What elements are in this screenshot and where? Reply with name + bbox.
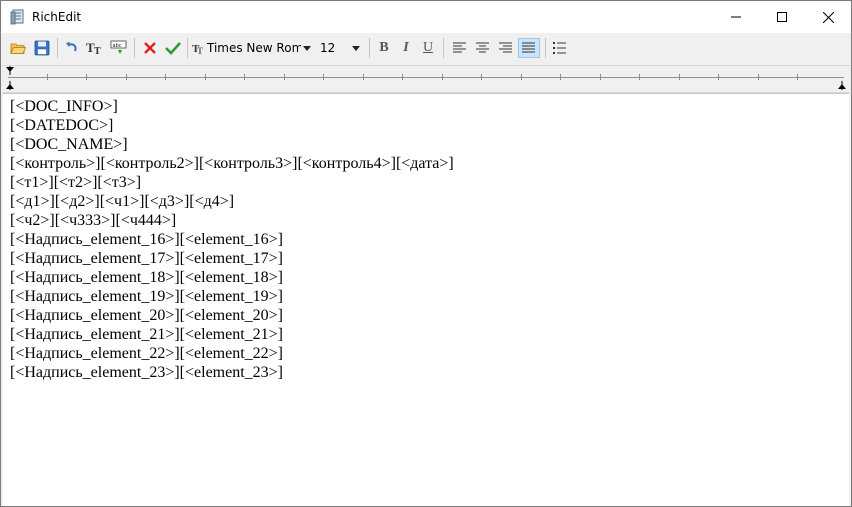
document-editor[interactable]: [<DOC_INFO>] [<DATEDOC>] [<DOC_NAME>] [<кон… — [3, 93, 849, 506]
save-button[interactable] — [32, 38, 52, 58]
close-icon — [822, 11, 834, 23]
open-button[interactable] — [8, 38, 28, 58]
document-line[interactable]: [<д1>][<д2>][<ч1>][<д3>][<д4>] — [10, 192, 454, 211]
document-text[interactable]: [<DOC_INFO>] [<DATEDOC>] [<DOC_NAME>] [<кон… — [10, 97, 454, 382]
chevron-down-icon — [352, 45, 360, 51]
apply-button[interactable] — [163, 38, 183, 58]
align-center-button[interactable] — [473, 38, 493, 58]
svg-text:T: T — [94, 46, 101, 56]
document-line[interactable]: [<DOC_NAME>] — [10, 135, 454, 154]
insert-field-button[interactable]: abc — [109, 38, 129, 58]
document-line[interactable]: [<Надпись_element_19>][<element_19>] — [10, 287, 454, 306]
align-left-button[interactable] — [450, 38, 470, 58]
richedit-window: RichEdit T T abc T T Times New Rom 12 B … — [0, 0, 852, 507]
truetype-font-icon: T T — [192, 43, 203, 55]
ruler[interactable] — [2, 65, 850, 93]
right-indent-marker-icon[interactable] — [837, 80, 847, 90]
minimize-icon — [731, 16, 741, 18]
document-line[interactable]: [<Надпись_element_23>][<element_23>] — [10, 363, 454, 382]
font-size-select[interactable]: 12 — [320, 38, 364, 58]
underline-button[interactable]: U — [418, 38, 438, 58]
document-line[interactable]: [<Надпись_element_16>][<element_16>] — [10, 230, 454, 249]
chevron-down-icon — [303, 45, 311, 51]
document-line[interactable]: [<Надпись_element_21>][<element_21>] — [10, 325, 454, 344]
cancel-icon — [144, 42, 156, 54]
font-name-select[interactable]: T T Times New Roman — [192, 38, 314, 58]
toolbar: T T abc T T Times New Rom 12 B I U — [1, 33, 851, 63]
app-icon — [10, 9, 24, 25]
open-folder-icon — [10, 43, 26, 54]
document-line[interactable]: [<т1>][<т2>][<т3>] — [10, 173, 454, 192]
bold-button[interactable]: B — [374, 38, 394, 58]
insert-field-icon: abc — [110, 40, 127, 54]
close-button[interactable] — [805, 1, 851, 33]
cancel-button[interactable] — [140, 38, 160, 58]
maximize-button[interactable] — [759, 1, 805, 33]
bullet-list-icon — [553, 42, 566, 54]
apply-icon — [165, 42, 181, 55]
bullets-button[interactable] — [550, 38, 570, 58]
document-line[interactable]: [<Надпись_element_20>][<element_20>] — [10, 306, 454, 325]
document-line[interactable]: [<DOC_INFO>] — [10, 97, 454, 116]
window-title: RichEdit — [32, 10, 82, 24]
font-size-value: 12 — [320, 41, 336, 55]
align-right-button[interactable] — [496, 38, 516, 58]
font-name-value: Times New Roman — [207, 41, 301, 55]
document-line[interactable]: [<DATEDOC>] — [10, 116, 454, 135]
align-justify-button[interactable] — [518, 38, 540, 58]
first-indent-marker-icon[interactable] — [5, 66, 15, 76]
document-line[interactable]: [<ч2>][<ч333>][<ч444>] — [10, 211, 454, 230]
left-indent-marker-icon[interactable] — [5, 80, 15, 90]
svg-text:T: T — [197, 46, 203, 55]
save-disk-icon — [34, 40, 50, 56]
document-line[interactable]: [<контроль>][<контроль2>][<контроль3>][<… — [10, 154, 454, 173]
align-center-icon — [476, 42, 489, 53]
maximize-icon — [777, 12, 787, 22]
align-left-icon — [453, 42, 466, 53]
align-justify-icon — [522, 42, 535, 53]
undo-button[interactable] — [62, 38, 82, 58]
document-line[interactable]: [<Надпись_element_18>][<element_18>] — [10, 268, 454, 287]
document-line[interactable]: [<Надпись_element_17>][<element_17>] — [10, 249, 454, 268]
undo-icon — [66, 42, 77, 52]
align-right-icon — [499, 42, 512, 53]
document-line[interactable]: [<Надпись_element_22>][<element_22>] — [10, 344, 454, 363]
title-bar: RichEdit — [1, 1, 851, 33]
italic-button[interactable]: I — [396, 38, 416, 58]
minimize-button[interactable] — [713, 1, 759, 33]
font-icon: T T — [86, 40, 101, 56]
svg-text:abc: abc — [113, 43, 122, 49]
font-button[interactable]: T T — [85, 38, 105, 58]
